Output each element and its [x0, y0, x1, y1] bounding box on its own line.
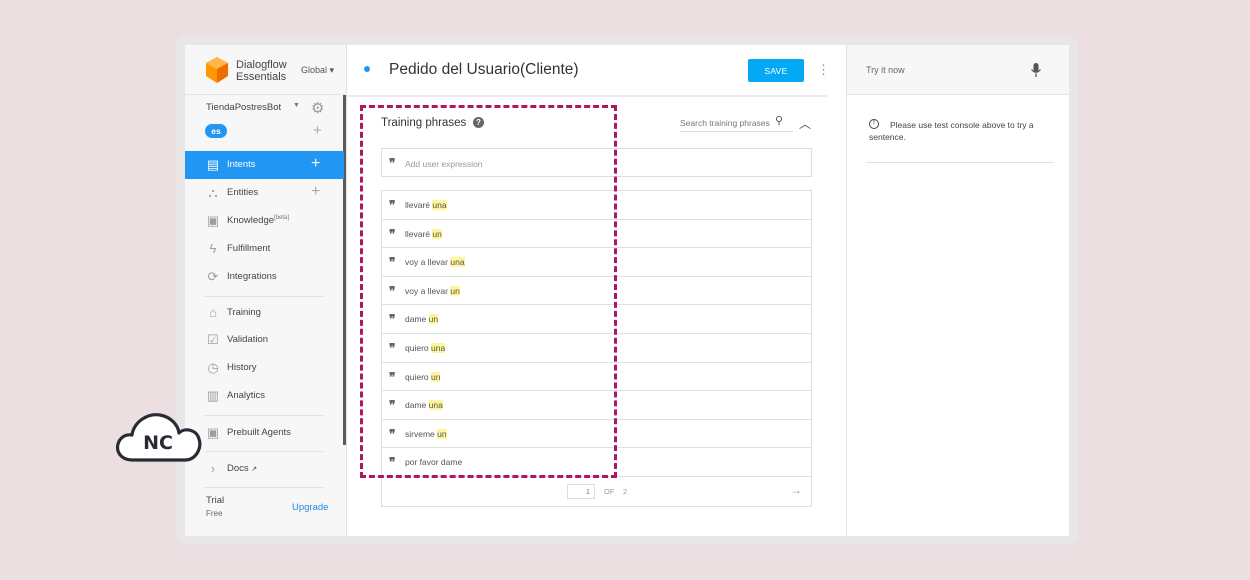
sidebar-item-intents[interactable]: ▤ Intents + [185, 151, 344, 179]
try-it-now-bar[interactable]: Try it now [847, 45, 1069, 95]
dialogflow-logo [206, 57, 228, 83]
language-badge[interactable]: es [205, 124, 227, 138]
highlight-box [360, 105, 617, 478]
sidebar-item-entities[interactable]: ⛬ Entities + [185, 179, 344, 207]
save-button[interactable]: SAVE [748, 59, 804, 82]
page-total: 2 [623, 487, 628, 496]
sidebar-item-analytics[interactable]: ▥ Analytics [185, 382, 344, 410]
intent-header: Pedido del Usuario(Cliente) SAVE ⋮ [347, 45, 846, 95]
sync-icon: ⟳ [207, 269, 219, 284]
gear-icon[interactable]: ⚙ [311, 99, 324, 117]
docs-label: Docs [227, 463, 249, 474]
sidebar-item-label: Integrations [227, 271, 277, 282]
knowledge-label: Knowledge [227, 215, 275, 227]
test-console: Try it now ! Please use test console abo… [846, 45, 1069, 536]
console-divider [866, 162, 1054, 163]
trial-label: Trial [206, 495, 225, 506]
header-divider [347, 95, 827, 97]
sidebar-item-label: Docs ↗ [227, 463, 257, 474]
checkbox-icon: ☑ [207, 332, 219, 347]
more-options-icon[interactable]: ⋮ [817, 62, 830, 78]
sidebar-item-history[interactable]: ◷ History [185, 354, 344, 382]
chevron-right-icon: › [210, 461, 216, 476]
beta-badge: [beta] [274, 215, 290, 221]
external-link-icon: ↗ [251, 466, 258, 473]
region-selector[interactable]: Global ▾ [301, 65, 334, 76]
dialogflow-console: Dialogflow Essentials Global ▾ TiendaPos… [185, 45, 1069, 536]
chevron-up-icon[interactable]: ︿ [799, 115, 811, 132]
sidebar-item-label: History [227, 362, 257, 373]
trial-plan: Free [206, 509, 223, 518]
sidebar-item-training[interactable]: ⌂ Training [185, 299, 344, 327]
chat-icon: ▤ [206, 157, 220, 172]
brand-name: Dialogflow Essentials [236, 59, 287, 83]
sidebar-item-label: Training [227, 307, 261, 318]
pagination: 1 OF 2 → [381, 476, 812, 507]
agent-selector[interactable]: TiendaPostresBot [206, 102, 281, 113]
try-it-now-input[interactable]: Try it now [866, 65, 905, 75]
sidebar-item-validation[interactable]: ☑ Validation [185, 326, 344, 354]
bolt-icon: ϟ [209, 241, 217, 256]
sidebar-item-label: Prebuilt Agents [227, 427, 291, 438]
brand-header: Dialogflow Essentials Global ▾ [185, 45, 347, 95]
sidebar-item-integrations[interactable]: ⟳ Integrations [185, 263, 344, 291]
upgrade-link[interactable]: Upgrade [292, 502, 328, 513]
console-hint: Please use test console above to try a s… [869, 120, 1034, 142]
arrow-right-icon[interactable]: → [790, 483, 802, 497]
sidebar-item-label: Knowledge[beta] [227, 215, 289, 226]
microphone-icon[interactable] [1030, 62, 1042, 78]
clock-icon: ◷ [207, 360, 219, 375]
sidebar-divider [205, 415, 323, 416]
sidebar-divider [205, 451, 323, 452]
sidebar-item-docs[interactable]: › Docs ↗ [185, 455, 344, 483]
page-number-input[interactable]: 1 [567, 484, 595, 499]
sidebar-item-knowledge[interactable]: ▣ Knowledge[beta] [185, 207, 344, 235]
graduation-cap-icon: ⌂ [209, 305, 217, 320]
sidebar-item-prebuilt-agents[interactable]: ▣ Prebuilt Agents [185, 419, 344, 447]
hierarchy-icon: ⛬ [208, 185, 218, 200]
bookmark-icon: ▣ [206, 425, 220, 440]
bar-chart-icon: ▥ [206, 388, 220, 403]
sidebar-item-label: Validation [227, 334, 269, 345]
cloud-logo: NC [115, 413, 202, 462]
sidebar-item-fulfillment[interactable]: ϟ Fulfillment [185, 235, 344, 263]
book-icon: ▣ [206, 213, 220, 228]
add-language-icon[interactable]: + [313, 122, 322, 139]
sidebar: Dialogflow Essentials Global ▾ TiendaPos… [185, 45, 347, 536]
intent-status-dot [364, 66, 370, 72]
sidebar-divider [205, 487, 323, 488]
logo-text: NC [143, 432, 173, 454]
search-icon[interactable]: ⚲ [775, 114, 783, 127]
agent-dropdown-icon[interactable]: ▼ [293, 102, 300, 109]
add-entity-icon[interactable]: + [311, 183, 320, 201]
sidebar-divider [205, 296, 323, 297]
page-of-label: OF [604, 487, 615, 496]
sidebar-item-label: Intents [227, 159, 256, 170]
sidebar-item-label: Fulfillment [227, 243, 271, 254]
sidebar-item-label: Entities [227, 187, 259, 198]
intent-name-field[interactable]: Pedido del Usuario(Cliente) [389, 61, 579, 79]
add-intent-icon[interactable]: + [311, 155, 320, 173]
sidebar-item-label: Analytics [227, 390, 266, 401]
